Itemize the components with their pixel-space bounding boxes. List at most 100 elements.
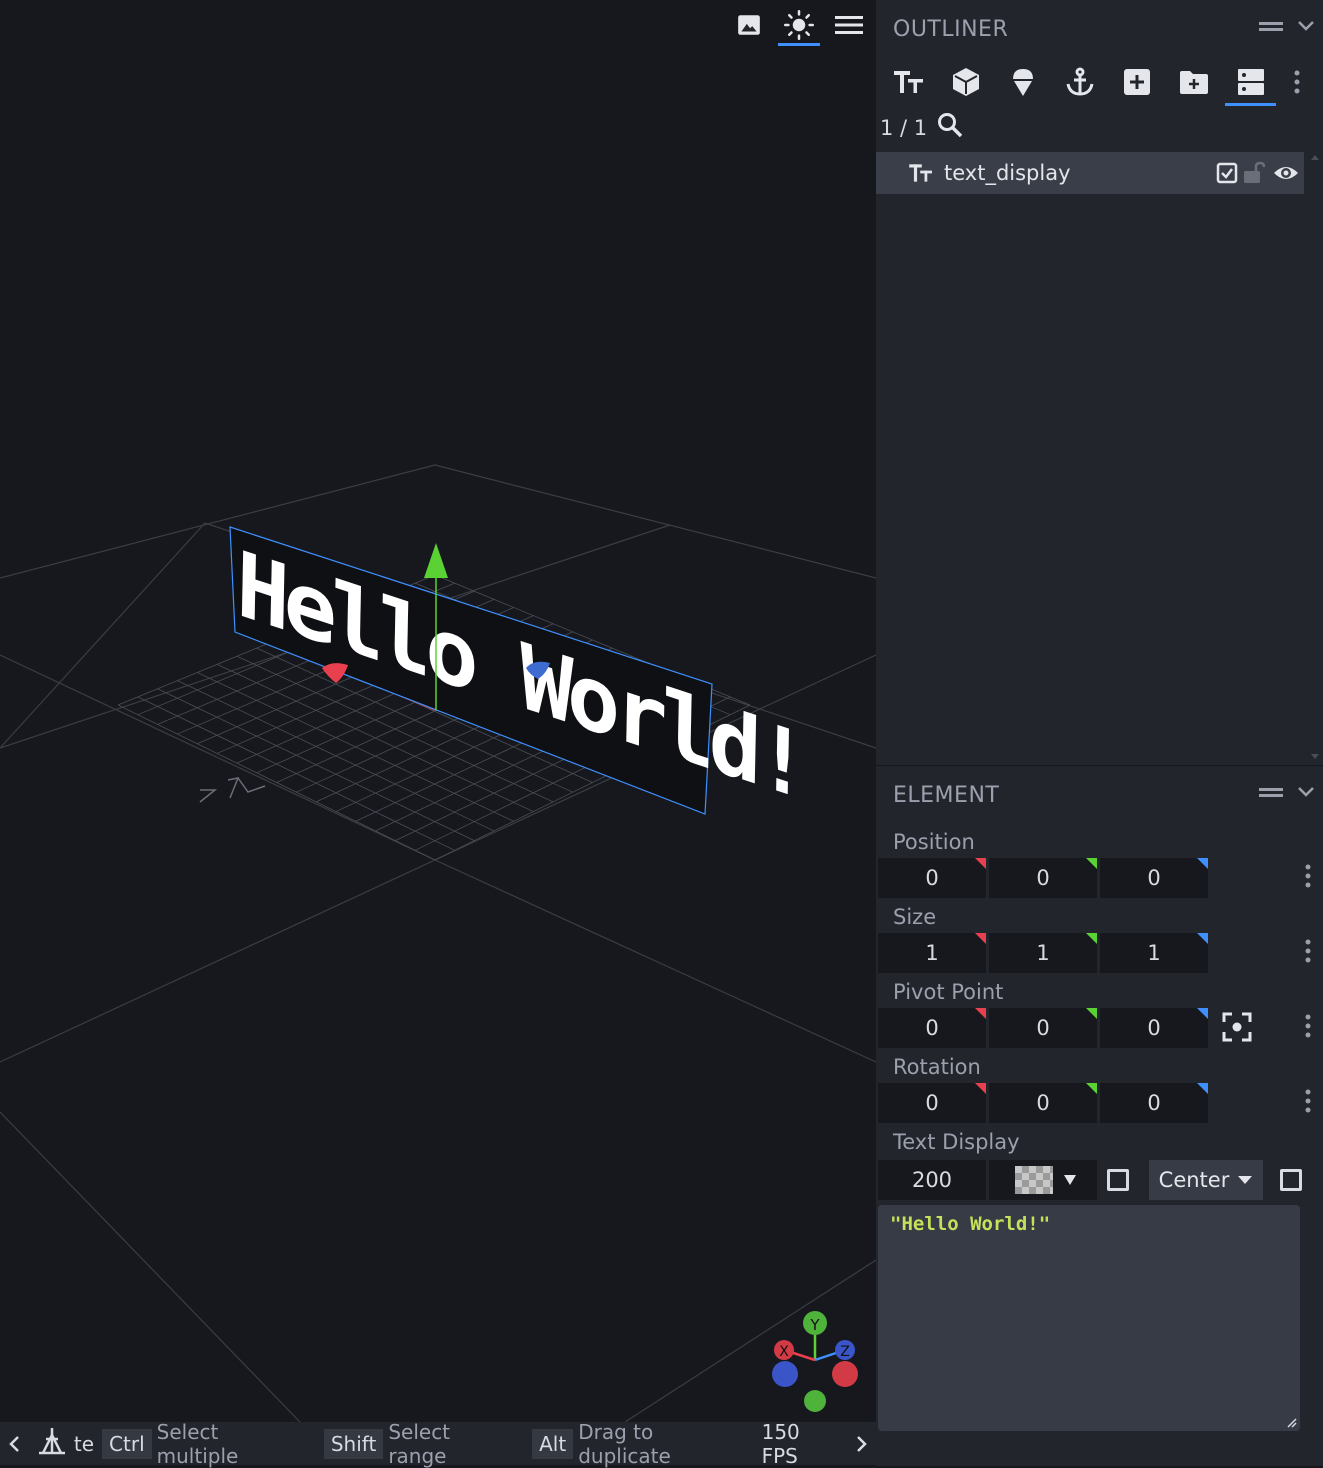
rotation-menu-button[interactable] (1299, 1086, 1317, 1116)
rotation-label: Rotation (893, 1055, 981, 1079)
pivot-y-input[interactable]: 0 (989, 1008, 1097, 1048)
gizmo-y-arrow[interactable] (424, 543, 448, 578)
chevron-left-icon (9, 1435, 19, 1452)
outliner-count-row: 1 / 1 (880, 112, 963, 143)
add-group-button[interactable] (1165, 62, 1222, 102)
shadow-checkbox[interactable] (1107, 1169, 1129, 1191)
add-item-display-button[interactable] (994, 62, 1051, 102)
size-y-input[interactable]: 1 (989, 933, 1097, 973)
tool-icon (36, 1425, 68, 1462)
center-focus-icon (1222, 1012, 1252, 1042)
outliner-list: text_display (876, 152, 1304, 752)
storage-toggle-button[interactable] (1222, 62, 1279, 106)
kebab-icon (1305, 1014, 1311, 1038)
size-x-input[interactable]: 1 (878, 933, 986, 973)
kebab-icon (1305, 939, 1311, 963)
center-pivot-button[interactable] (1222, 1012, 1252, 1046)
status-scroll-right-button[interactable] (846, 1435, 876, 1453)
minimize-icon[interactable] (1259, 784, 1283, 800)
hint-key-alt: Alt (532, 1428, 574, 1459)
outliner-panel: OUTLINER 1 / 1 text_display (876, 0, 1323, 765)
size-z-input[interactable]: 1 (1100, 933, 1208, 973)
gizmo-label-x: X (779, 1344, 789, 1360)
hint-key-ctrl: Ctrl (102, 1428, 152, 1459)
alignment-value: Center (1158, 1168, 1230, 1192)
rotation-y-input[interactable]: 0 (989, 1083, 1097, 1123)
position-y-input[interactable]: 0 (989, 858, 1097, 898)
minimize-icon[interactable] (1259, 18, 1283, 34)
kebab-icon (1305, 1089, 1311, 1113)
text-icon (908, 162, 934, 184)
pivot-z-input[interactable]: 0 (1100, 1008, 1208, 1048)
viewport-menu-button[interactable] (828, 6, 870, 44)
rotation-fields: 0 0 0 (878, 1083, 1208, 1123)
line-width-input[interactable]: 200 (878, 1160, 986, 1200)
chevron-down-icon[interactable] (1297, 19, 1315, 33)
resize-handle-icon[interactable] (1285, 1416, 1297, 1428)
viewport-toolbar (728, 6, 870, 46)
text-icon (893, 71, 923, 93)
transparent-swatch-icon (1015, 1166, 1053, 1194)
pivot-fields: 0 0 0 (878, 1008, 1208, 1048)
background-color-picker[interactable] (989, 1160, 1097, 1200)
hint-desc-shift: Select range (388, 1419, 451, 1468)
dropdown-arrow-icon (1064, 1175, 1076, 1185)
north-marker (199, 776, 266, 803)
cube-icon (952, 68, 979, 96)
kebab-icon (1305, 864, 1311, 888)
unlock-icon[interactable] (1242, 161, 1268, 185)
element-panel-controls (1259, 784, 1315, 800)
hello-world-text: Hello World! (236, 530, 805, 820)
sun-icon (784, 10, 814, 40)
add-element-button[interactable] (1108, 62, 1165, 102)
caret-down-icon (1238, 1176, 1253, 1184)
add-block-display-button[interactable] (937, 62, 994, 102)
status-scroll-left-button[interactable] (0, 1435, 30, 1453)
position-x-input[interactable]: 0 (878, 858, 986, 898)
outliner-toolbar (880, 62, 1315, 106)
element-title: ELEMENT (893, 783, 1000, 808)
outliner-more-button[interactable] (1279, 62, 1315, 102)
outliner-item[interactable]: text_display (876, 152, 1304, 194)
viewport[interactable]: Hello World! Y X Z (0, 0, 876, 1422)
outliner-panel-controls (1259, 18, 1315, 34)
outliner-item-name: text_display (944, 161, 1071, 185)
export-checkbox-icon[interactable] (1216, 162, 1238, 184)
outliner-scrollbar[interactable] (1307, 152, 1323, 764)
pivot-label: Pivot Point (893, 980, 1004, 1004)
text-content-editor[interactable]: "Hello World!" (878, 1205, 1300, 1431)
size-menu-button[interactable] (1299, 936, 1317, 966)
image-icon (738, 15, 760, 35)
storage-icon (1237, 69, 1264, 95)
position-label: Position (893, 830, 975, 854)
orientation-gizmo[interactable]: Y X Z (772, 1311, 858, 1412)
chevron-right-icon (857, 1435, 867, 1452)
text-display-label: Text Display (893, 1130, 1020, 1154)
scene-canvas[interactable]: Hello World! Y X Z (0, 0, 876, 1422)
position-fields: 0 0 0 (878, 858, 1208, 898)
see-through-checkbox[interactable] (1280, 1169, 1302, 1191)
add-text-display-button[interactable] (880, 62, 937, 102)
anchor-icon (1066, 67, 1093, 96)
chevron-down-icon[interactable] (1297, 785, 1315, 799)
position-z-input[interactable]: 0 (1100, 858, 1208, 898)
eye-icon[interactable] (1272, 162, 1300, 184)
position-menu-button[interactable] (1299, 861, 1317, 891)
reference-image-button[interactable] (728, 6, 770, 44)
rotation-x-input[interactable]: 0 (878, 1083, 986, 1123)
gizmo-label-z: Z (840, 1344, 850, 1360)
pivot-menu-button[interactable] (1299, 1011, 1317, 1041)
add-locator-button[interactable] (1051, 62, 1108, 102)
size-label: Size (893, 905, 937, 929)
lighting-button[interactable] (778, 6, 820, 46)
alignment-select[interactable]: Center (1149, 1160, 1263, 1200)
status-partial-text: te (73, 1431, 95, 1456)
kebab-icon (1294, 70, 1300, 94)
rotation-z-input[interactable]: 0 (1100, 1083, 1208, 1123)
add-folder-icon (1179, 71, 1208, 94)
hint-desc-alt: Drag to duplicate (578, 1419, 671, 1468)
search-button[interactable] (937, 112, 963, 143)
gizmo-label-y: Y (809, 1316, 820, 1334)
pivot-x-input[interactable]: 0 (878, 1008, 986, 1048)
search-icon (938, 113, 963, 138)
